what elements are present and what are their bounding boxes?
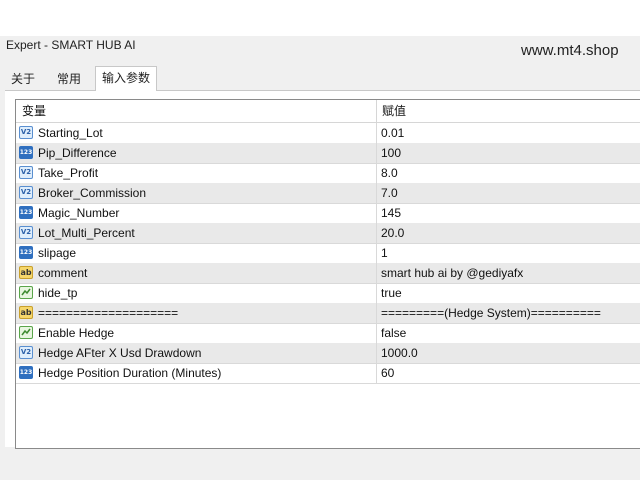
parameter-value[interactable]: true xyxy=(381,283,640,303)
parameter-value[interactable]: 0.01 xyxy=(381,123,640,143)
parameter-value[interactable]: 145 xyxy=(381,203,640,223)
bool-type-icon xyxy=(19,286,33,299)
int-type-icon: 123 xyxy=(19,206,33,219)
table-row[interactable]: V2 Starting_Lot 0.01 xyxy=(16,123,640,144)
parameter-name: Hedge Position Duration (Minutes) xyxy=(38,366,222,380)
tab-common[interactable]: 常用 xyxy=(51,70,87,90)
row-name-cell: Enable Hedge xyxy=(16,323,377,343)
double-type-icon: V2 xyxy=(19,126,33,139)
parameter-name: Take_Profit xyxy=(38,166,99,180)
column-header-value[interactable]: 赋值 xyxy=(376,100,406,122)
table-row[interactable]: ab comment smart hub ai by @gediyafx xyxy=(16,263,640,284)
row-name-cell: hide_tp xyxy=(16,283,377,303)
tab-bar: 关于 常用 输入参数 xyxy=(0,66,640,91)
double-type-icon: V2 xyxy=(19,166,33,179)
parameter-name: Magic_Number xyxy=(38,206,120,220)
parameters-table: 变量 赋值 V2 Starting_Lot 0.01 123 Pip_Diffe… xyxy=(15,99,640,449)
int-type-icon: 123 xyxy=(19,146,33,159)
table-row[interactable]: V2 Hedge AFter X Usd Drawdown 1000.0 xyxy=(16,343,640,364)
row-name-cell: V2 Lot_Multi_Percent xyxy=(16,223,377,243)
double-type-icon: V2 xyxy=(19,346,33,359)
column-header-variable[interactable]: 变量 xyxy=(16,100,377,122)
double-type-icon: V2 xyxy=(19,226,33,239)
table-row[interactable]: 123 Hedge Position Duration (Minutes) 60 xyxy=(16,363,640,384)
parameter-value[interactable]: 100 xyxy=(381,143,640,163)
row-name-cell: 123 Magic_Number xyxy=(16,203,377,223)
parameter-value[interactable]: false xyxy=(381,323,640,343)
table-row[interactable]: V2 Take_Profit 8.0 xyxy=(16,163,640,184)
parameter-value[interactable]: 60 xyxy=(381,363,640,383)
row-name-cell: V2 Starting_Lot xyxy=(16,123,377,143)
row-name-cell: ab ==================== xyxy=(16,303,377,323)
table-row[interactable]: Enable Hedge false xyxy=(16,323,640,344)
table-row[interactable]: 123 Magic_Number 145 xyxy=(16,203,640,224)
parameter-name: comment xyxy=(38,266,88,280)
parameter-value[interactable]: 8.0 xyxy=(381,163,640,183)
bool-type-icon xyxy=(19,326,33,339)
table-row[interactable]: V2 Broker_Commission 7.0 xyxy=(16,183,640,204)
string-type-icon: ab xyxy=(19,266,33,279)
double-type-icon: V2 xyxy=(19,186,33,199)
tab-about[interactable]: 关于 xyxy=(5,70,41,90)
table-row[interactable]: hide_tp true xyxy=(16,283,640,304)
row-name-cell: ab comment xyxy=(16,263,377,283)
row-name-cell: V2 Broker_Commission xyxy=(16,183,377,203)
parameter-name: slipage xyxy=(38,246,77,260)
parameter-value[interactable]: 1 xyxy=(381,243,640,263)
int-type-icon: 123 xyxy=(19,366,33,379)
table-row[interactable]: 123 Pip_Difference 100 xyxy=(16,143,640,164)
parameter-value[interactable]: =========(Hedge System)========== xyxy=(381,303,640,323)
int-type-icon: 123 xyxy=(19,246,33,259)
parameter-name: Lot_Multi_Percent xyxy=(38,226,135,240)
parameter-name: Hedge AFter X Usd Drawdown xyxy=(38,346,202,360)
parameter-name: Pip_Difference xyxy=(38,146,117,160)
parameter-name: ==================== xyxy=(38,306,179,320)
parameter-value[interactable]: 20.0 xyxy=(381,223,640,243)
row-name-cell: 123 Hedge Position Duration (Minutes) xyxy=(16,363,377,383)
table-row[interactable]: 123 slipage 1 xyxy=(16,243,640,264)
table-row[interactable]: ab ==================== =========(Hedge … xyxy=(16,303,640,324)
parameter-name: Starting_Lot xyxy=(38,126,103,140)
tab-inputs[interactable]: 输入参数 xyxy=(95,66,158,91)
parameter-name: Broker_Commission xyxy=(38,186,147,200)
parameter-value[interactable]: smart hub ai by @gediyafx xyxy=(381,263,640,283)
table-header: 变量 赋值 xyxy=(16,100,640,123)
parameter-name: hide_tp xyxy=(38,286,78,300)
inputs-panel: 变量 赋值 V2 Starting_Lot 0.01 123 Pip_Diffe… xyxy=(5,90,640,449)
row-name-cell: 123 slipage xyxy=(16,243,377,263)
string-type-icon: ab xyxy=(19,306,33,319)
parameter-value[interactable]: 7.0 xyxy=(381,183,640,203)
watermark-text: www.mt4.shop xyxy=(521,42,619,59)
table-row[interactable]: V2 Lot_Multi_Percent 20.0 xyxy=(16,223,640,244)
window-title: Expert - SMART HUB AI xyxy=(6,38,136,52)
row-name-cell: V2 Take_Profit xyxy=(16,163,377,183)
parameter-name: Enable Hedge xyxy=(38,326,115,340)
parameter-value[interactable]: 1000.0 xyxy=(381,343,640,363)
row-name-cell: V2 Hedge AFter X Usd Drawdown xyxy=(16,343,377,363)
row-name-cell: 123 Pip_Difference xyxy=(16,143,377,163)
top-strip xyxy=(0,0,640,36)
